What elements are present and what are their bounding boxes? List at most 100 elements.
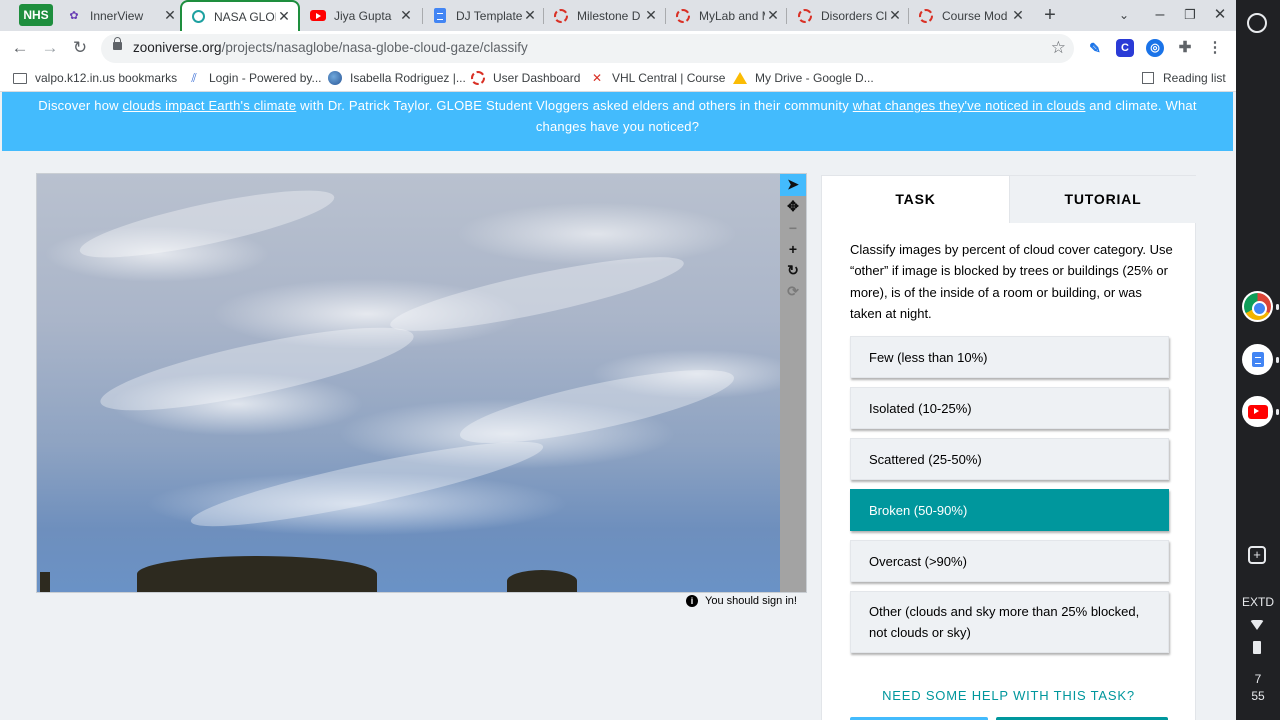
back-button[interactable]: ←: [8, 36, 32, 60]
extension-shield-icon[interactable]: ◎: [1146, 39, 1164, 57]
restore-button[interactable]: ❐: [1180, 5, 1200, 25]
tab-dj-template[interactable]: DJ Template ✕: [432, 0, 538, 31]
reload-button[interactable]: ↻: [68, 36, 92, 60]
chrome-app[interactable]: [1242, 291, 1273, 322]
extension-c-icon[interactable]: C: [1116, 39, 1134, 57]
task-instructions: Classify images by percent of cloud cove…: [850, 242, 1173, 321]
tab-innerview[interactable]: ✿ InnerView ✕: [66, 0, 178, 31]
close-icon[interactable]: ✕: [765, 7, 781, 24]
cloud-streak: [75, 177, 339, 271]
tab-search-chevron-icon[interactable]: ⌄: [1114, 5, 1134, 25]
clock-minute[interactable]: 55: [1236, 689, 1280, 703]
ring-icon: [675, 8, 691, 24]
tab-title: Disorders Cl: [821, 8, 887, 23]
battery-icon[interactable]: [1253, 641, 1261, 654]
answer-label: Other (clouds and sky more than 25% bloc…: [869, 604, 1140, 640]
bookmark-folder-valpo[interactable]: valpo.k12.in.us bookmarks: [13, 71, 177, 85]
bookmark-my-drive[interactable]: My Drive - Google D...: [733, 71, 874, 85]
close-icon[interactable]: ✕: [522, 7, 538, 24]
system-shelf: + EXTD 7 55: [1236, 0, 1280, 720]
tab-group-badge[interactable]: NHS: [19, 4, 53, 26]
cloud-streak: [186, 427, 548, 541]
tab-tutorial[interactable]: TUTORIAL: [1009, 176, 1196, 223]
signin-note[interactable]: i You should sign in!: [686, 595, 797, 607]
announcement-banner: Discover how clouds impact Earth's clima…: [2, 92, 1233, 151]
zoom-in-icon[interactable]: +: [782, 239, 804, 259]
tab-nasa-globe[interactable]: NASA GLOBE ✕: [180, 0, 300, 31]
banner-link-clouds-climate[interactable]: clouds impact Earth's climate: [123, 98, 297, 113]
tab-jiya-gupta[interactable]: Jiya Gupta ✕: [310, 0, 414, 31]
tab-task[interactable]: TASK: [822, 176, 1009, 223]
tab-bar: NHS ✿ InnerView ✕ NASA GLOBE ✕ Jiya Gupt…: [0, 0, 1236, 31]
url-text[interactable]: zooniverse.org/projects/nasaglobe/nasa-g…: [133, 40, 528, 55]
tab-separator: [908, 8, 909, 24]
tab-title: Milestone D: [577, 8, 641, 23]
clock-hour[interactable]: 7: [1236, 672, 1280, 686]
tab-separator: [665, 8, 666, 24]
bookmark-vhl-central[interactable]: ✕ VHL Central | Course: [590, 71, 725, 85]
google-drive-icon: [733, 71, 747, 85]
launcher-icon[interactable]: [1247, 13, 1267, 33]
answer-other[interactable]: Other (clouds and sky more than 25% bloc…: [850, 591, 1169, 653]
running-indicator: [1276, 409, 1279, 415]
new-tab-button[interactable]: +: [1040, 5, 1060, 25]
close-icon[interactable]: ✕: [643, 7, 659, 24]
zoom-out-icon[interactable]: −: [782, 218, 804, 238]
bookmark-star-icon[interactable]: ☆: [1051, 38, 1066, 58]
subject-image[interactable]: [37, 174, 780, 592]
tree-silhouette: [137, 556, 377, 592]
reading-list[interactable]: Reading list: [1141, 71, 1226, 85]
cloud-streak: [95, 311, 419, 427]
docs-app[interactable]: [1242, 344, 1273, 375]
answer-overcast[interactable]: Overcast (>90%): [850, 540, 1169, 582]
tab-course-mod[interactable]: Course Mod ✕: [918, 0, 1026, 31]
answer-label: Few (less than 10%): [869, 349, 988, 365]
task-help-link[interactable]: NEED SOME HELP WITH THIS TASK?: [821, 688, 1196, 703]
vhl-icon: ✕: [591, 71, 603, 85]
menu-kebab-icon[interactable]: ⋮: [1206, 39, 1224, 57]
bookmark-label: VHL Central | Course: [612, 71, 726, 85]
bookmark-isabella[interactable]: Isabella Rodriguez |...: [328, 71, 466, 85]
answer-scattered[interactable]: Scattered (25-50%): [850, 438, 1169, 480]
bookmarks-bar: valpo.k12.in.us bookmarks ⫽ Login - Powe…: [0, 65, 1236, 92]
pointer-icon[interactable]: ➤: [780, 174, 806, 196]
globe-icon: [328, 71, 342, 85]
wifi-icon[interactable]: [1250, 620, 1264, 630]
chrome-icon: [1244, 293, 1271, 320]
banner-link-changes-noticed[interactable]: what changes they've noticed in clouds: [853, 98, 1086, 113]
clipboard-add-icon[interactable]: +: [1248, 546, 1266, 564]
extension-pen-icon[interactable]: ✎: [1086, 39, 1104, 57]
answer-label: Overcast (>90%): [869, 553, 967, 569]
tab-milestone[interactable]: Milestone D ✕: [553, 0, 659, 31]
folder-icon: [13, 71, 27, 85]
close-icon[interactable]: ✕: [162, 7, 178, 24]
reset-icon[interactable]: ⟳: [782, 281, 804, 301]
bookmark-label: Isabella Rodriguez |...: [350, 71, 466, 85]
youtube-icon: [310, 8, 326, 24]
bookmark-user-dashboard[interactable]: User Dashboard: [471, 71, 580, 85]
move-icon[interactable]: ✥: [782, 196, 804, 216]
close-window-button[interactable]: ✕: [1210, 5, 1230, 25]
extensions-puzzle-icon[interactable]: ✚: [1176, 39, 1194, 57]
bookmark-login[interactable]: ⫽ Login - Powered by...: [187, 71, 321, 86]
bookmark-label: valpo.k12.in.us bookmarks: [35, 71, 178, 85]
youtube-app[interactable]: [1242, 396, 1273, 427]
ring-icon: [471, 71, 485, 85]
subject-viewer: ➤ ✥ − + ↻ ⟳: [36, 173, 807, 593]
running-indicator: [1276, 304, 1279, 310]
rotate-icon[interactable]: ↻: [782, 260, 804, 280]
answer-few[interactable]: Few (less than 10%): [850, 336, 1169, 378]
minimize-button[interactable]: –: [1150, 5, 1170, 25]
close-icon[interactable]: ✕: [1010, 7, 1026, 24]
banner-text: with Dr. Patrick Taylor. GLOBE Student V…: [296, 98, 853, 113]
tab-disorders[interactable]: Disorders Cl ✕: [797, 0, 903, 31]
forward-button[interactable]: →: [38, 36, 62, 60]
close-icon[interactable]: ✕: [887, 7, 903, 24]
bookmark-label: User Dashboard: [493, 71, 581, 85]
tab-mylab[interactable]: MyLab and M ✕: [675, 0, 781, 31]
close-icon[interactable]: ✕: [276, 8, 292, 25]
address-bar[interactable]: zooniverse.org/projects/nasaglobe/nasa-g…: [101, 34, 1074, 63]
close-icon[interactable]: ✕: [398, 7, 414, 24]
answer-broken[interactable]: Broken (50-90%): [850, 489, 1169, 531]
answer-isolated[interactable]: Isolated (10-25%): [850, 387, 1169, 429]
